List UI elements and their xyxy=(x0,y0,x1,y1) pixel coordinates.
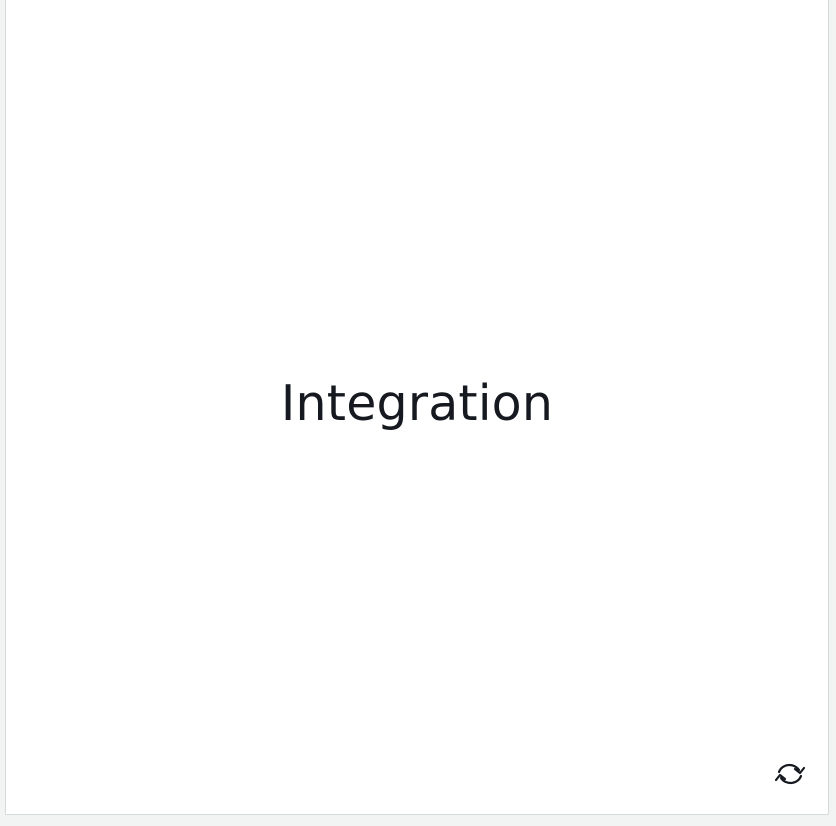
card-title: Integration xyxy=(280,375,554,432)
flash-card: Integration xyxy=(5,0,829,815)
refresh-icon xyxy=(771,759,809,794)
flip-card-button[interactable] xyxy=(768,756,812,796)
